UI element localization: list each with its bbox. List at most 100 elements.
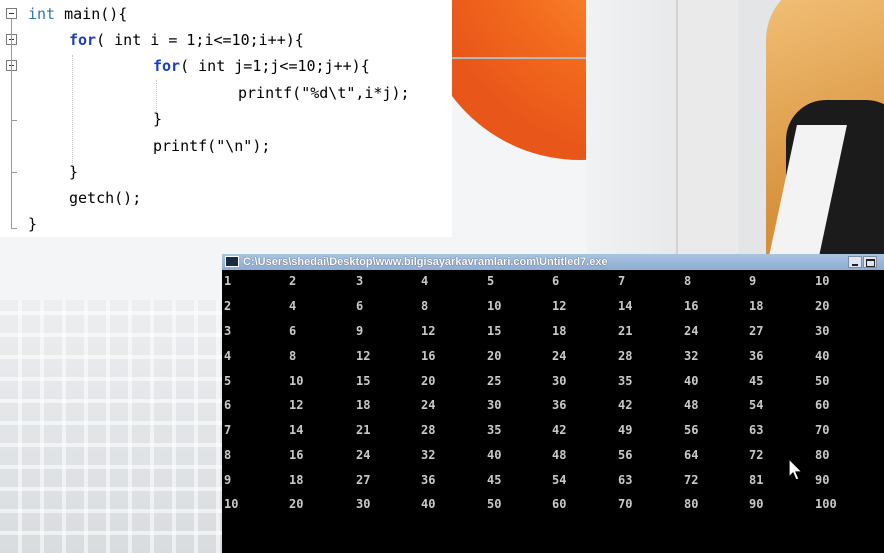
console-output-value: 90 — [815, 473, 830, 487]
code-line-9: } — [28, 215, 38, 233]
console-output-value: 14 — [289, 423, 304, 437]
console-output-value: 30 — [815, 324, 830, 338]
console-output-value: 35 — [487, 423, 502, 437]
console-output-value: 10 — [224, 497, 239, 511]
console-output-value: 50 — [815, 374, 830, 388]
console-output-value: 9 — [356, 324, 364, 338]
console-output-value: 4 — [224, 349, 232, 363]
console-output-value: 5 — [224, 374, 232, 388]
console-output-value: 8 — [224, 448, 232, 462]
console-output-value: 20 — [289, 497, 304, 511]
console-output-value: 48 — [552, 448, 567, 462]
console-output-value: 36 — [421, 473, 436, 487]
console-output-value: 16 — [421, 349, 436, 363]
console-output-value: 10 — [815, 274, 830, 288]
console-output-value: 27 — [749, 324, 764, 338]
console-output-value: 42 — [552, 423, 567, 437]
console-output-value: 8 — [289, 349, 297, 363]
console-output-value: 20 — [421, 374, 436, 388]
console-output-value: 24 — [552, 349, 567, 363]
console-output-value: 100 — [815, 497, 837, 511]
indent-guide — [72, 55, 73, 175]
console-output-value: 7 — [224, 423, 232, 437]
console-output-value: 32 — [684, 349, 699, 363]
console-output-value: 12 — [289, 398, 304, 412]
code-line-1: int main(){ — [28, 5, 127, 23]
console-output-value: 24 — [684, 324, 699, 338]
console-output-value: 10 — [487, 299, 502, 313]
console-output-value: 12 — [552, 299, 567, 313]
console-output-value: 24 — [421, 398, 436, 412]
console-output-value: 70 — [815, 423, 830, 437]
console-app-icon[interactable] — [225, 256, 239, 267]
console-output-row: 1 2 3 4 5 6 7 8 9 10 — [222, 272, 884, 290]
console-window[interactable]: C:\Users\shedai\Desktop\www.bilgisayarka… — [222, 254, 884, 553]
console-output-value: 12 — [356, 349, 371, 363]
fold-guide-line — [11, 19, 12, 229]
console-output-value: 28 — [421, 423, 436, 437]
code-line-7: } — [69, 163, 79, 181]
console-output-row: 9 18 27 36 45 54 63 72 81 90 — [222, 471, 884, 489]
console-output-value: 80 — [815, 448, 830, 462]
console-output[interactable]: 1 2 3 4 5 6 7 8 9 10 2 4 6 8 10 12 14 16 18 20 3 6 9 12 15 18 21 24… — [222, 272, 884, 553]
console-output-value: 40 — [684, 374, 699, 388]
code-line-8: getch(); — [69, 189, 142, 207]
console-output-value: 12 — [421, 324, 436, 338]
console-output-row: 2 4 6 8 10 12 14 16 18 20 — [222, 297, 884, 315]
console-output-value: 60 — [815, 398, 830, 412]
console-output-value: 28 — [618, 349, 633, 363]
code-line-5: } — [153, 110, 163, 128]
console-output-value: 9 — [749, 274, 757, 288]
console-output-value: 21 — [356, 423, 371, 437]
console-output-value: 16 — [289, 448, 304, 462]
console-titlebar[interactable]: C:\Users\shedai\Desktop\www.bilgisayarka… — [222, 254, 884, 270]
console-output-value: 18 — [749, 299, 764, 313]
code-line-6: printf("\n"); — [153, 137, 271, 155]
code-keyword: for — [69, 31, 97, 49]
console-output-value: 6 — [356, 299, 364, 313]
console-output-value: 60 — [552, 497, 567, 511]
fold-end-tick — [11, 172, 17, 173]
console-output-value: 6 — [224, 398, 232, 412]
code-line-4: printf("%d\t",i*j); — [238, 84, 410, 102]
console-output-value: 4 — [289, 299, 297, 313]
console-title: C:\Users\shedai\Desktop\www.bilgisayarka… — [243, 256, 608, 268]
console-output-value: 20 — [487, 349, 502, 363]
console-output-row: 6 12 18 24 30 36 42 48 54 60 — [222, 396, 884, 414]
console-output-value: 16 — [684, 299, 699, 313]
console-output-value: 36 — [552, 398, 567, 412]
console-output-value: 1 — [224, 274, 232, 288]
minimize-button[interactable] — [848, 256, 862, 268]
code-editor[interactable]: int main(){ for( int i = 1;i<=10;i++){ f… — [0, 0, 452, 237]
console-output-value: 42 — [618, 398, 633, 412]
code-text: main(){ — [55, 5, 128, 23]
console-output-row: 5 10 15 20 25 30 35 40 45 50 — [222, 372, 884, 390]
presenter-camera-view — [586, 0, 884, 258]
console-output-row: 10 20 30 40 50 60 70 80 90 100 — [222, 495, 884, 513]
console-output-value: 32 — [421, 448, 436, 462]
console-output-value: 15 — [487, 324, 502, 338]
console-output-value: 8 — [684, 274, 692, 288]
console-output-value: 80 — [684, 497, 699, 511]
maximize-button[interactable] — [863, 256, 877, 268]
fold-collapse-icon[interactable] — [6, 8, 17, 19]
code-text: ( int j=1;j<=10;j++){ — [180, 57, 370, 75]
console-output-value: 30 — [552, 374, 567, 388]
fold-end-tick — [11, 228, 17, 229]
console-output-value: 48 — [684, 398, 699, 412]
console-output-value: 64 — [684, 448, 699, 462]
console-output-row: 4 8 12 16 20 24 28 32 36 40 — [222, 347, 884, 365]
console-output-value: 27 — [356, 473, 371, 487]
console-output-value: 90 — [749, 497, 764, 511]
console-output-value: 56 — [618, 448, 633, 462]
slide-divider-line — [452, 57, 587, 59]
console-output-value: 24 — [356, 448, 371, 462]
code-keyword: int — [28, 5, 56, 23]
console-output-value: 56 — [684, 423, 699, 437]
console-output-value: 18 — [552, 324, 567, 338]
console-output-value: 45 — [487, 473, 502, 487]
console-output-value: 18 — [289, 473, 304, 487]
console-output-value: 70 — [618, 497, 633, 511]
console-output-value: 8 — [421, 299, 429, 313]
code-line-3: for( int j=1;j<=10;j++){ — [153, 57, 370, 75]
